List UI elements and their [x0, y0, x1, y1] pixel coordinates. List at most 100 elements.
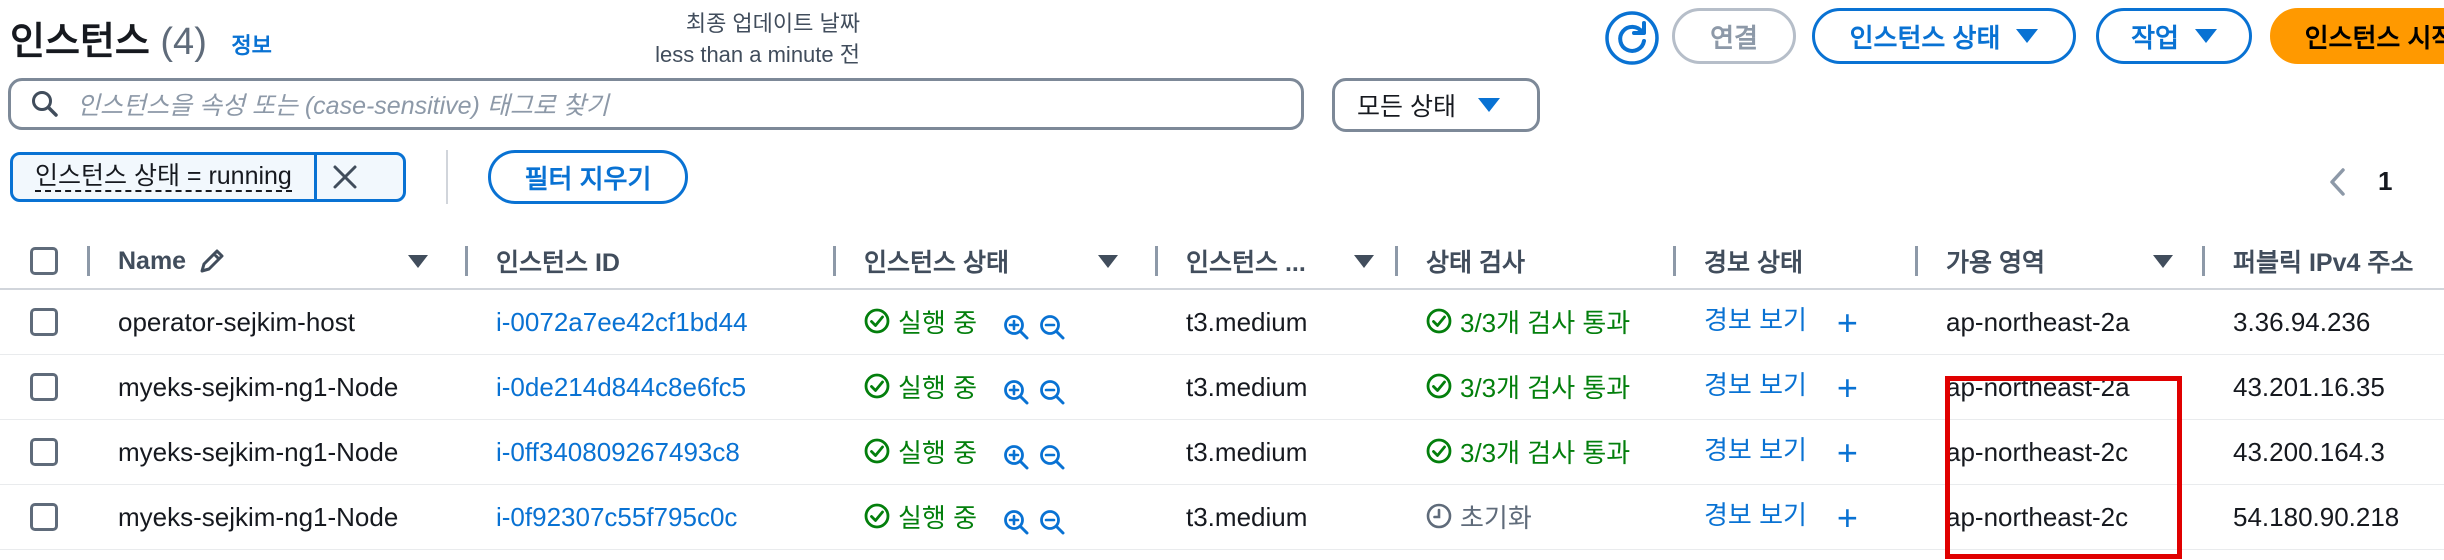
clear-filters-button[interactable]: 필터 지우기: [488, 150, 688, 204]
state-badge: 실행 중: [864, 433, 977, 470]
instance-type: t3.medium: [1164, 484, 1404, 550]
instance-id-link[interactable]: i-0072a7ee42cf1bd44: [496, 307, 748, 337]
highlight-box: [1945, 376, 2182, 559]
add-alarm-icon[interactable]: +: [1837, 497, 1858, 538]
zoom-in-icon[interactable]: [1003, 379, 1029, 405]
sort-icon[interactable]: [408, 254, 428, 268]
status-check-cell: 3/3개 검사 통과: [1404, 289, 1682, 355]
connect-button[interactable]: 연결: [1672, 8, 1796, 64]
search-input[interactable]: 인스턴스을 속성 또는 (case-sensitive) 태그로 찾기: [8, 78, 1304, 130]
add-alarm-icon[interactable]: +: [1837, 432, 1858, 473]
instance-type: t3.medium: [1164, 419, 1404, 485]
instance-id-cell: i-0f92307c55f795c0c: [474, 484, 842, 550]
row-checkbox[interactable]: [30, 503, 58, 531]
table-header-row: Name 인스턴스 ID 인스턴스 상태 인스턴스 ... 상태 검사 경보 상…: [0, 234, 2444, 290]
column-label: 퍼블릭 IPv4 주소: [2233, 249, 2414, 277]
sort-icon[interactable]: [2153, 254, 2173, 268]
column-label: Name: [118, 246, 187, 275]
page-number[interactable]: 1: [2378, 166, 2392, 197]
column-resizer[interactable]: [87, 246, 90, 276]
view-alarms-link[interactable]: 경보 보기: [1704, 435, 1807, 465]
status-check-cell: 초기화: [1404, 484, 1682, 550]
status-check-cell: 3/3개 검사 통과: [1404, 419, 1682, 485]
zoom-out-icon[interactable]: [1039, 314, 1065, 340]
column-resizer[interactable]: [833, 246, 836, 276]
state-select[interactable]: 모든 상태: [1332, 78, 1540, 132]
state-text: 실행 중: [898, 502, 977, 533]
sort-icon[interactable]: [1354, 254, 1374, 268]
state-select-value: 모든 상태: [1357, 93, 1456, 121]
column-header-instance-id[interactable]: 인스턴스 ID: [474, 234, 842, 290]
column-header-name[interactable]: Name: [96, 234, 474, 290]
instance-type: t3.medium: [1164, 354, 1404, 420]
alarm-status-cell: 경보 보기 +: [1682, 419, 1924, 485]
launch-instances-button[interactable]: 인스턴스 시작: [2270, 8, 2444, 64]
status-ok-icon: [1426, 308, 1452, 334]
instance-state-cell: 실행 중: [842, 484, 1164, 550]
instance-name: myeks-sejkim-ng1-Node: [96, 354, 474, 420]
status-check-text: 3/3개 검사 통과: [1460, 437, 1631, 468]
instance-id-link[interactable]: i-0de214d844c8e6fc5: [496, 372, 746, 402]
view-alarms-link[interactable]: 경보 보기: [1704, 370, 1807, 400]
zoom-in-icon[interactable]: [1003, 509, 1029, 535]
zoom-out-icon[interactable]: [1039, 444, 1065, 470]
state-badge: 실행 중: [864, 303, 977, 340]
filter-token-label[interactable]: 인스턴스 상태 = running: [13, 155, 314, 199]
launch-label: 인스턴스 시작: [2304, 22, 2444, 53]
caret-down-icon: [1477, 98, 1500, 112]
remove-filter-button[interactable]: [313, 155, 373, 199]
add-alarm-icon[interactable]: +: [1837, 367, 1858, 408]
column-label: 인스턴스 ID: [496, 249, 620, 277]
row-checkbox[interactable]: [30, 373, 58, 401]
column-header-availability-zone[interactable]: 가용 영역: [1924, 234, 2211, 290]
page-title: 인스턴스 (4) 정보: [10, 10, 272, 65]
column-header-alarm-status[interactable]: 경보 상태: [1682, 234, 1924, 290]
column-header-public-ipv4[interactable]: 퍼블릭 IPv4 주소: [2211, 234, 2444, 290]
status-ok-icon: [864, 503, 890, 529]
instance-count: (4): [160, 21, 207, 63]
pencil-icon[interactable]: [196, 245, 228, 277]
public-ipv4: 43.201.16.35: [2211, 354, 2444, 420]
table-row[interactable]: operator-sejkim-host i-0072a7ee42cf1bd44 실…: [0, 289, 2444, 355]
close-icon: [333, 165, 357, 189]
column-header-status-check[interactable]: 상태 검사: [1404, 234, 1682, 290]
row-checkbox[interactable]: [30, 308, 58, 336]
view-alarms-link[interactable]: 경보 보기: [1704, 305, 1807, 335]
sort-icon[interactable]: [1098, 254, 1118, 268]
select-all-checkbox[interactable]: [30, 247, 58, 275]
add-alarm-icon[interactable]: +: [1837, 302, 1858, 343]
instance-name: myeks-sejkim-ng1-Node: [96, 484, 474, 550]
actions-button[interactable]: 작업: [2096, 8, 2252, 64]
view-alarms-link[interactable]: 경보 보기: [1704, 500, 1807, 530]
column-header-instance-state[interactable]: 인스턴스 상태: [842, 234, 1164, 290]
status-check-badge: 3/3개 검사 통과: [1426, 433, 1630, 470]
status-ok-icon: [1426, 373, 1452, 399]
public-ipv4: 3.36.94.236: [2211, 289, 2444, 355]
caret-down-icon: [2194, 29, 2217, 43]
column-resizer[interactable]: [1155, 246, 1158, 276]
instance-id-link[interactable]: i-0ff340809267493c8: [496, 437, 740, 467]
zoom-in-icon[interactable]: [1003, 314, 1029, 340]
public-ipv4: 54.180.90.218: [2211, 484, 2444, 550]
chevron-left-icon[interactable]: [2328, 167, 2348, 197]
column-resizer[interactable]: [2202, 246, 2205, 276]
search-icon: [32, 91, 58, 117]
instance-name: myeks-sejkim-ng1-Node: [96, 419, 474, 485]
zoom-out-icon[interactable]: [1039, 379, 1065, 405]
row-checkbox[interactable]: [30, 438, 58, 466]
zoom-in-icon[interactable]: [1003, 444, 1029, 470]
column-resizer[interactable]: [1915, 246, 1918, 276]
instance-id-link[interactable]: i-0f92307c55f795c0c: [496, 502, 737, 532]
alarm-status-cell: 경보 보기 +: [1682, 354, 1924, 420]
refresh-button[interactable]: [1604, 10, 1660, 66]
column-resizer[interactable]: [1395, 246, 1398, 276]
column-resizer[interactable]: [465, 246, 468, 276]
row-select-cell: [0, 419, 96, 485]
instance-state-button[interactable]: 인스턴스 상태: [1812, 8, 2076, 64]
status-check-text: 3/3개 검사 통과: [1460, 307, 1631, 338]
state-text: 실행 중: [898, 372, 977, 403]
zoom-out-icon[interactable]: [1039, 509, 1065, 535]
column-header-instance-type[interactable]: 인스턴스 ...: [1164, 234, 1404, 290]
info-link[interactable]: 정보: [231, 33, 271, 58]
column-resizer[interactable]: [1673, 246, 1676, 276]
